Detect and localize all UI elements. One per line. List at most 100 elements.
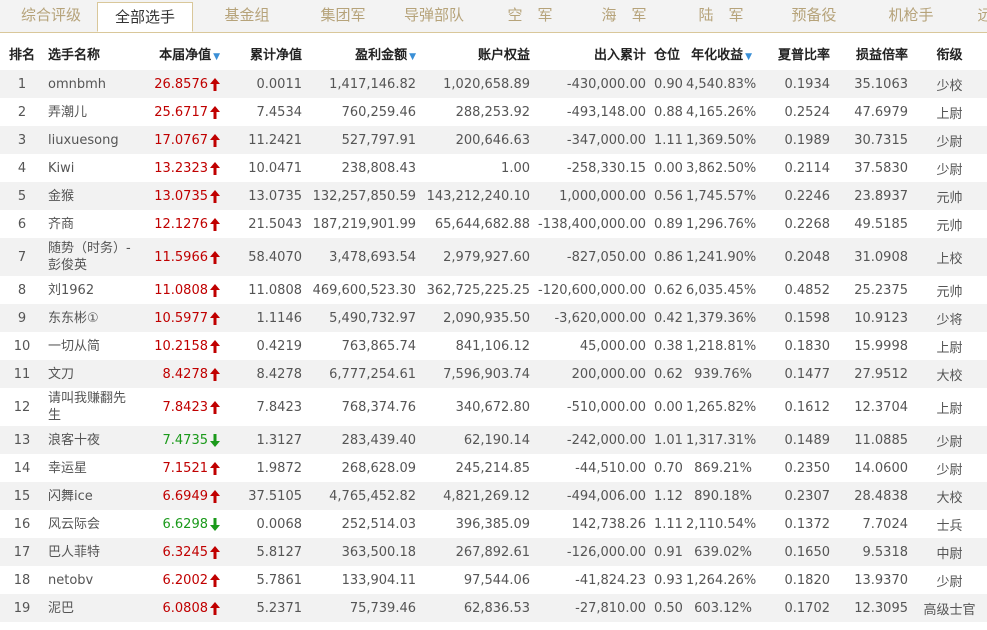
cumulative-nav-cell: 10.0471: [248, 160, 302, 176]
player-name-link[interactable]: 刘1962: [44, 276, 142, 304]
rank-cell: 14: [13, 460, 31, 476]
rank-cell: 2: [17, 104, 27, 120]
rank-cell: 3: [0, 126, 44, 154]
table-row[interactable]: 13 浪客十夜 7.4735 1.3127 283,439.40 62,190.14 -24…: [0, 426, 987, 454]
annual-return-cell: 1,369.50%: [682, 126, 756, 154]
rank-cell: 6: [17, 216, 27, 232]
nav-cell: 12.1276: [142, 210, 224, 238]
nav-cell: 25.6717: [142, 98, 224, 126]
tab-5[interactable]: 空 军: [505, 0, 555, 32]
cash-flow-cell: -493,148.00: [566, 104, 646, 120]
player-name-link[interactable]: 弄潮儿: [44, 98, 142, 126]
table-row[interactable]: 8 刘1962 11.0808 11.0808 469,600,523.30 362,72…: [0, 276, 987, 304]
table-row[interactable]: 15 闪舞ice 6.6949 37.5105 4,765,452.82 4,821,26…: [0, 482, 987, 510]
col-header-annual-return[interactable]: 年化收益 ▼: [682, 36, 756, 70]
table-row[interactable]: 3 liuxuesong 17.0767 11.2421 527,797.91 200,6…: [0, 126, 987, 154]
player-name-link[interactable]: omnbmh: [44, 70, 142, 98]
table-row[interactable]: 18 netobv 6.2002 5.7861 133,904.11 97,544.06 -…: [0, 566, 987, 594]
equity-cell: 2,979,927.60: [420, 238, 534, 276]
player-name-link[interactable]: 风云际会: [44, 510, 142, 538]
profit-cell: 3,478,693.54: [306, 238, 420, 276]
grade-cell: 元帅: [936, 218, 963, 234]
rank-cell: 17: [0, 538, 44, 566]
table-row[interactable]: 1 omnbmh 26.8576 0.0011 1,417,146.82 1,020,65…: [0, 70, 987, 98]
sharpe-cell: 0.2114: [784, 160, 831, 176]
sharpe-cell: 0.1650: [756, 538, 834, 566]
table-row[interactable]: 9 东东彬① 10.5977 1.1146 5,490,732.97 2,090,935.…: [0, 304, 987, 332]
table-row[interactable]: 12 请叫我赚翻先生 7.8423 7.8423 768,374.76 340,672.8…: [0, 388, 987, 426]
rank-cell: 13: [0, 426, 44, 454]
pl-ratio-cell: 13.9370: [854, 572, 908, 588]
table-row[interactable]: 10 一切从简 10.2158 0.4219 763,865.74 841,106.12 4…: [0, 332, 987, 360]
table-row[interactable]: 16 风云际会 6.6298 0.0068 252,514.03 396,385.09 14…: [0, 510, 987, 538]
player-name-link[interactable]: 金猴: [44, 182, 142, 210]
position-cell: 0.56: [650, 182, 682, 210]
equity-cell: 288,253.92: [455, 104, 530, 120]
grade-cell: 上尉: [936, 106, 963, 122]
table-row[interactable]: 17 巴人菲特 6.3245 5.8127 363,500.18 267,892.61 -1…: [0, 538, 987, 566]
player-name-link[interactable]: 请叫我赚翻先生: [44, 388, 142, 426]
sharpe-cell: 0.1820: [784, 572, 831, 588]
trend-down-arrow-icon: [210, 433, 220, 447]
player-name-link[interactable]: 一切从简: [44, 332, 142, 360]
player-name-link[interactable]: Kiwi: [44, 154, 142, 182]
table-row[interactable]: 4 Kiwi 13.2323 10.0471 238,808.43 1.00 -258,33…: [0, 154, 987, 182]
position-cell: 0.62: [654, 282, 682, 298]
col-header-profit[interactable]: 盈利金额 ▼: [306, 36, 420, 70]
table-row[interactable]: 19 泥巴 6.0808 5.2371 75,739.46 62,836.53 -27,81…: [0, 594, 987, 622]
nav-cell: 10.2158: [142, 332, 224, 360]
table-row[interactable]: 5 金猴 13.0735 13.0735 132,257,850.59 143,212,2…: [0, 182, 987, 210]
tab-9[interactable]: 机枪手: [884, 0, 938, 32]
table-row[interactable]: 7 随势（时务）-彭俊英 11.5966 58.4070 3,478,693.54 2,9…: [0, 238, 987, 276]
player-name-link[interactable]: 巴人菲特: [44, 538, 142, 566]
tab-4[interactable]: 导弹部队: [399, 0, 469, 32]
tab-3[interactable]: 集团军: [313, 0, 373, 32]
tab-7[interactable]: 陆 军: [696, 0, 746, 32]
sort-down-icon[interactable]: ▼: [409, 52, 416, 62]
trend-up-arrow-icon: [210, 311, 220, 325]
player-name-link[interactable]: 齐商: [44, 210, 142, 238]
table-row[interactable]: 14 幸运星 7.1521 1.9872 268,628.09 245,214.85 -44…: [0, 454, 987, 482]
player-name-link[interactable]: netobv: [44, 566, 142, 594]
nav-value: 12.1276: [154, 216, 208, 232]
profit-cell: 75,739.46: [306, 594, 420, 622]
trend-up-arrow-icon: [210, 400, 220, 414]
position-cell: 0.88: [654, 104, 682, 120]
player-name-link[interactable]: 幸运星: [44, 454, 142, 482]
cash-flow-cell: 200,000.00: [534, 360, 650, 388]
col-header-nav[interactable]: 本届净值 ▼: [142, 36, 224, 70]
annual-return-cell: 1,379.36%: [682, 304, 756, 332]
player-name-link[interactable]: 东东彬①: [44, 304, 142, 332]
profit-cell: 527,797.91: [306, 126, 420, 154]
sharpe-cell: 0.1702: [756, 594, 834, 622]
position-cell: 0.62: [650, 360, 682, 388]
sort-down-icon[interactable]: ▼: [745, 52, 752, 62]
table-row[interactable]: 11 文刀 8.4278 8.4278 6,777,254.61 7,596,903.74…: [0, 360, 987, 388]
nav-cell: 7.4735: [142, 426, 224, 454]
col-header-annual-label: 年化收益: [691, 47, 744, 63]
tab-10[interactable]: 远: [975, 0, 987, 32]
trend-up-arrow-icon: [210, 489, 220, 503]
tab-1[interactable]: 全部选手: [97, 2, 193, 32]
annual-return-cell: 4,165.26%: [686, 104, 756, 120]
tab-2[interactable]: 基金组: [217, 0, 277, 32]
player-name-link[interactable]: liuxuesong: [44, 126, 142, 154]
tab-0[interactable]: 综合评级: [16, 0, 86, 32]
player-name-link[interactable]: 闪舞ice: [44, 482, 142, 510]
sharpe-cell: 0.1989: [756, 126, 834, 154]
sharpe-cell: 0.1830: [784, 338, 831, 354]
pl-ratio-cell: 47.6979: [854, 104, 908, 120]
player-name-link[interactable]: 泥巴: [44, 594, 142, 622]
sort-down-icon[interactable]: ▼: [213, 52, 220, 62]
player-name-link[interactable]: 随势（时务）-彭俊英: [44, 238, 142, 276]
table-row[interactable]: 6 齐商 12.1276 21.5043 187,219,901.99 65,644,68…: [0, 210, 987, 238]
player-name-link[interactable]: 浪客十夜: [44, 426, 142, 454]
tab-6[interactable]: 海 军: [599, 0, 649, 32]
player-name-link[interactable]: 文刀: [44, 360, 142, 388]
pl-ratio-cell: 31.0908: [834, 238, 912, 276]
pl-ratio-cell: 7.7024: [862, 516, 909, 532]
tab-8[interactable]: 预备役: [787, 0, 841, 32]
table-row[interactable]: 2 弄潮儿 25.6717 7.4534 760,259.46 288,253.92 -49…: [0, 98, 987, 126]
profit-cell: 760,259.46: [341, 104, 416, 120]
profit-cell: 763,865.74: [341, 338, 416, 354]
